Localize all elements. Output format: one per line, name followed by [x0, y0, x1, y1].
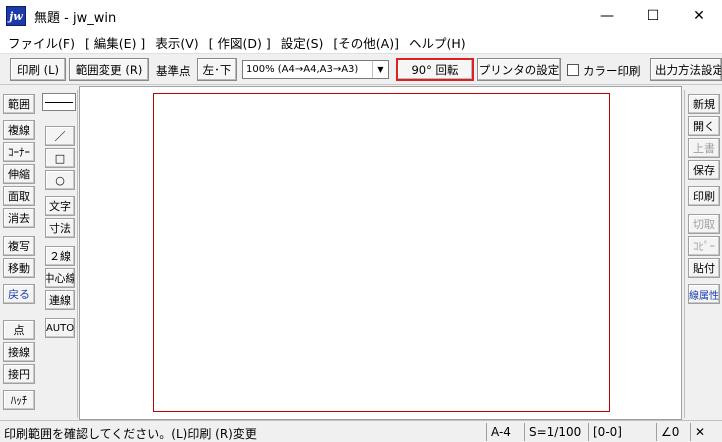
status-bar: 印刷範囲を確認してください。(L)印刷 (R)変更 A-4 S=1/100 [0… — [0, 420, 722, 442]
color-print-label: カラー印刷 — [583, 64, 641, 78]
scale-select[interactable]: 100% (A4→A4,A3→A3) ▼ — [242, 60, 389, 79]
file-overwrite-button[interactable]: 上書 — [688, 138, 720, 158]
tool-rectangle[interactable]: □ — [45, 148, 75, 168]
print-button[interactable]: 印刷 (L) — [10, 58, 66, 81]
menu-help[interactable]: ヘルプ(H) — [404, 33, 471, 52]
tool-auto[interactable]: AUTO — [45, 318, 75, 338]
tool-dimension[interactable]: 寸法 — [45, 218, 75, 238]
title-bar: jw 無題 - jw_win — ☐ ✕ — [0, 0, 722, 32]
print-range-frame — [153, 93, 610, 412]
window-controls: — ☐ ✕ — [584, 0, 722, 32]
paste-button[interactable]: 貼付 — [688, 258, 720, 278]
tool-hatch[interactable]: ﾊｯﾁ — [3, 390, 35, 410]
tool-center-line[interactable]: 中心線 — [45, 268, 75, 288]
tool-circle[interactable]: ○ — [45, 170, 75, 190]
file-print-button[interactable]: 印刷 — [688, 186, 720, 206]
tool-offset-line[interactable]: 複線 — [3, 120, 35, 140]
menu-draw[interactable]: [ 作図(D) ] — [204, 33, 276, 52]
status-close-icon[interactable]: ✕ — [690, 423, 722, 441]
tool-range[interactable]: 範囲 — [3, 94, 35, 114]
status-scale[interactable]: S=1/100 — [524, 423, 586, 441]
window-title: 無題 - jw_win — [34, 10, 117, 26]
scale-select-value: 100% (A4→A4,A3→A3) — [246, 64, 359, 75]
tool-tangent-circle[interactable]: 接円 — [3, 364, 35, 384]
menu-view[interactable]: 表示(V) — [150, 33, 203, 52]
menu-file[interactable]: ファイル(F) — [3, 33, 80, 52]
menu-other[interactable]: [その他(A)] — [328, 33, 404, 52]
menu-settings[interactable]: 設定(S) — [276, 33, 329, 52]
printer-settings-button[interactable]: プリンタの設定 — [477, 58, 561, 81]
copy-button[interactable]: ｺﾋﾟｰ — [688, 236, 720, 256]
line-attribute-button[interactable]: 線属性 — [688, 284, 720, 304]
status-angle[interactable]: ∠0 — [656, 423, 688, 441]
tool-undo[interactable]: 戻る — [3, 284, 35, 304]
tool-erase[interactable]: 消去 — [3, 208, 35, 228]
tool-continuous-line[interactable]: 連線 — [45, 290, 75, 310]
left-tool-palette: 範囲 複線 ｺｰﾅｰ 伸縮 面取 消去 複写 移動 戻る 点 接線 接円 ﾊｯﾁ — [3, 90, 37, 418]
right-tool-palette: 新規 開く 上書 保存 印刷 切取 ｺﾋﾟｰ 貼付 線属性 — [684, 90, 722, 418]
tool-move[interactable]: 移動 — [3, 258, 35, 278]
file-open-button[interactable]: 開く — [688, 116, 720, 136]
maximize-button[interactable]: ☐ — [630, 0, 676, 32]
file-save-button[interactable]: 保存 — [688, 160, 720, 180]
status-message: 印刷範囲を確認してください。(L)印刷 (R)変更 — [4, 427, 257, 441]
tool-copy[interactable]: 複写 — [3, 236, 35, 256]
tool-corner[interactable]: ｺｰﾅｰ — [3, 142, 35, 162]
cut-button[interactable]: 切取 — [688, 214, 720, 234]
tool-text[interactable]: 文字 — [45, 196, 75, 216]
tool-double-line[interactable]: ２線 — [45, 246, 75, 266]
menu-edit[interactable]: [ 編集(E) ] — [80, 33, 150, 52]
print-toolbar: 印刷 (L) 範囲変更 (R) 基準点 左･下 100% (A4→A4,A3→A… — [0, 55, 722, 85]
app-logo-icon: jw — [6, 6, 26, 26]
tool-line[interactable]: ／ — [45, 126, 75, 146]
rotate-90-button[interactable]: 90° 回転 — [396, 58, 474, 81]
menu-bar: ファイル(F) [ 編集(E) ] 表示(V) [ 作図(D) ] 設定(S) … — [0, 32, 722, 54]
drawing-canvas[interactable] — [79, 86, 682, 420]
minimize-button[interactable]: — — [584, 0, 630, 32]
base-point-label: 基準点 — [156, 64, 191, 78]
status-layer[interactable]: [0-0] — [588, 423, 654, 441]
file-new-button[interactable]: 新規 — [688, 94, 720, 114]
tool-extend[interactable]: 伸縮 — [3, 164, 35, 184]
tool-point[interactable]: 点 — [3, 320, 35, 340]
close-button[interactable]: ✕ — [676, 0, 722, 32]
chevron-down-icon[interactable]: ▼ — [372, 61, 388, 78]
range-change-button[interactable]: 範囲変更 (R) — [69, 58, 149, 81]
line-type-sample[interactable] — [42, 93, 76, 111]
tool-chamfer[interactable]: 面取 — [3, 186, 35, 206]
output-method-button[interactable]: 出力方法設定 — [650, 58, 722, 81]
status-paper-size[interactable]: A-4 — [486, 423, 522, 441]
left-draw-palette: ／ □ ○ 文字 寸法 ２線 中心線 連線 AUTO — [40, 90, 78, 418]
color-print-checkbox[interactable] — [567, 64, 579, 76]
tool-tangent-line[interactable]: 接線 — [3, 342, 35, 362]
base-point-button[interactable]: 左･下 — [197, 58, 237, 81]
